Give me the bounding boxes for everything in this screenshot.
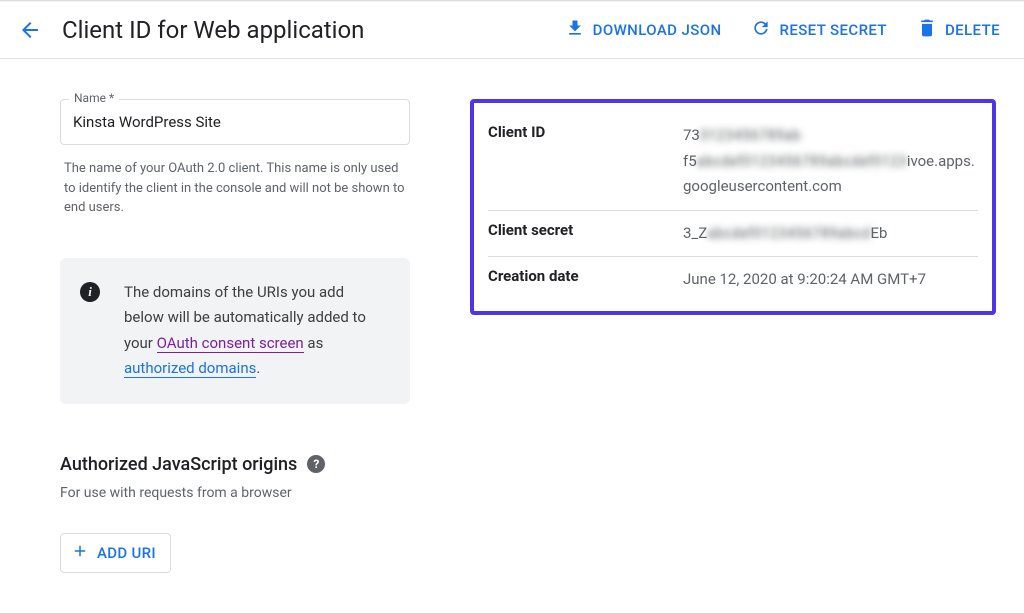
add-uri-label: ADD URI xyxy=(97,544,156,562)
page-title: Client ID for Web application xyxy=(62,16,364,44)
client-secret-value: 3_Zabcdef0123456789abcdEb xyxy=(683,221,978,247)
js-origins-heading: Authorized JavaScript origins ? xyxy=(60,454,410,475)
refresh-icon xyxy=(751,18,771,42)
trash-icon xyxy=(917,18,937,42)
delete-button[interactable]: DELETE xyxy=(917,18,1000,42)
delete-label: DELETE xyxy=(945,21,1000,39)
creation-date-label: Creation date xyxy=(488,267,683,293)
reset-secret-button[interactable]: RESET SECRET xyxy=(751,18,887,42)
add-uri-button[interactable]: ADD URI xyxy=(60,533,171,573)
info-text: The domains of the URIs you add below wi… xyxy=(124,280,386,382)
content: Name * The name of your OAuth 2.0 client… xyxy=(0,59,1024,613)
reset-secret-label: RESET SECRET xyxy=(779,21,887,39)
header-actions: DOWNLOAD JSON RESET SECRET DELETE xyxy=(565,18,1000,42)
back-arrow-icon[interactable] xyxy=(18,18,42,42)
js-origins-sub: For use with requests from a browser xyxy=(60,485,410,501)
oauth-consent-link[interactable]: OAuth consent screen xyxy=(157,334,304,353)
client-id-value: 730123456789ab f5abcdef0123456789abcdef0… xyxy=(683,123,978,200)
client-secret-row: Client secret 3_Zabcdef0123456789abcdEb xyxy=(488,211,978,258)
name-input[interactable] xyxy=(60,99,410,145)
name-field-help: The name of your OAuth 2.0 client. This … xyxy=(60,151,410,218)
client-secret-label: Client secret xyxy=(488,221,683,247)
download-icon xyxy=(565,18,585,42)
page-header: Client ID for Web application DOWNLOAD J… xyxy=(0,2,1024,59)
help-icon[interactable]: ? xyxy=(307,455,325,473)
left-column: Name * The name of your OAuth 2.0 client… xyxy=(60,99,410,573)
js-origins-title: Authorized JavaScript origins xyxy=(60,454,297,475)
download-json-button[interactable]: DOWNLOAD JSON xyxy=(565,18,722,42)
download-json-label: DOWNLOAD JSON xyxy=(593,21,722,39)
creation-date-value: June 12, 2020 at 9:20:24 AM GMT+7 xyxy=(683,267,978,293)
authorized-domains-link[interactable]: authorized domains xyxy=(124,359,256,378)
name-field-label: Name * xyxy=(69,91,119,105)
info-icon: i xyxy=(80,282,100,302)
client-id-row: Client ID 730123456789ab f5abcdef0123456… xyxy=(488,113,978,211)
name-field-wrap: Name * xyxy=(60,99,410,145)
plus-icon xyxy=(71,542,89,564)
right-column: Client ID 730123456789ab f5abcdef0123456… xyxy=(470,99,996,315)
credentials-box: Client ID 730123456789ab f5abcdef0123456… xyxy=(470,99,996,315)
creation-date-row: Creation date June 12, 2020 at 9:20:24 A… xyxy=(488,257,978,303)
client-id-label: Client ID xyxy=(488,123,683,200)
info-box: i The domains of the URIs you add below … xyxy=(60,258,410,404)
